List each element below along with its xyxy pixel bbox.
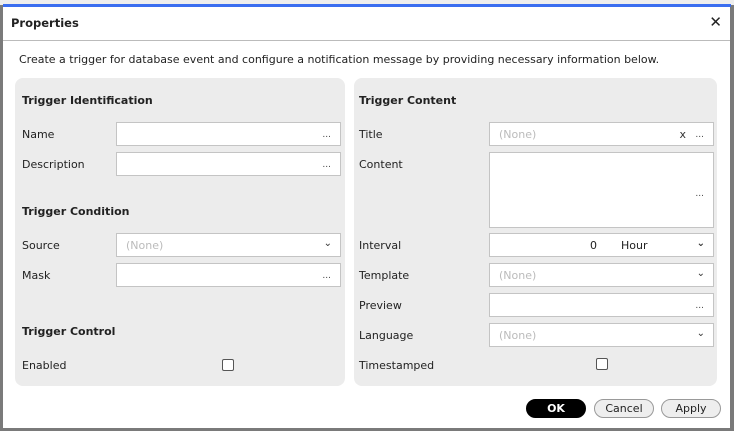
apply-button[interactable]: Apply: [661, 399, 721, 418]
section-trigger-condition: Trigger Condition: [22, 205, 130, 218]
preview-label: Preview: [359, 299, 402, 312]
close-icon[interactable]: ✕: [709, 13, 722, 31]
divider: [3, 40, 730, 41]
timestamped-label: Timestamped: [359, 359, 435, 372]
chevron-down-icon[interactable]: ⌄: [697, 238, 705, 249]
content-textarea[interactable]: ...: [489, 152, 714, 228]
browse-button[interactable]: ...: [695, 189, 704, 199]
clear-button[interactable]: x: [679, 128, 686, 141]
chevron-down-icon: ⌄: [323, 238, 332, 249]
browse-button[interactable]: ...: [322, 160, 331, 170]
preview-input[interactable]: ...: [489, 293, 714, 317]
browse-button[interactable]: ...: [695, 301, 704, 311]
source-value: (None): [126, 239, 164, 252]
title-label: Title: [359, 128, 383, 141]
properties-dialog: Properties ✕ Create a trigger for databa…: [3, 7, 730, 428]
browse-button[interactable]: ...: [695, 130, 704, 140]
language-value: (None): [499, 329, 537, 342]
section-trigger-content: Trigger Content: [359, 94, 457, 107]
interval-value[interactable]: 0: [590, 239, 597, 252]
interval-label: Interval: [359, 239, 402, 252]
language-label: Language: [359, 329, 414, 342]
description-input[interactable]: ...: [116, 152, 341, 176]
chevron-down-icon: ⌄: [696, 268, 705, 279]
content-label: Content: [359, 158, 403, 171]
section-trigger-identification: Trigger Identification: [22, 94, 153, 107]
source-select[interactable]: (None) ⌄: [116, 233, 341, 257]
browse-button[interactable]: ...: [322, 271, 331, 281]
template-select[interactable]: (None) ⌄: [489, 263, 714, 287]
browse-button[interactable]: ...: [322, 130, 331, 140]
title-input[interactable]: (None) x...: [489, 122, 714, 146]
enabled-checkbox[interactable]: [222, 359, 234, 371]
name-label: Name: [22, 128, 55, 141]
language-select[interactable]: (None) ⌄: [489, 323, 714, 347]
name-input[interactable]: ...: [116, 122, 341, 146]
title-placeholder: (None): [499, 128, 537, 141]
right-panel: Trigger Content Title (None) x... Content…: [354, 78, 717, 386]
cancel-button[interactable]: Cancel: [594, 399, 654, 418]
dialog-description: Create a trigger for database event and …: [19, 53, 660, 66]
mask-label: Mask: [22, 269, 51, 282]
source-label: Source: [22, 239, 60, 252]
chevron-down-icon: ⌄: [696, 328, 705, 339]
template-value: (None): [499, 269, 537, 282]
enabled-label: Enabled: [22, 359, 67, 372]
interval-unit-select[interactable]: Hour: [621, 239, 648, 252]
section-trigger-control: Trigger Control: [22, 325, 116, 338]
dialog-title: Properties: [11, 16, 79, 30]
left-panel: Trigger Identification Name ... Descript…: [15, 78, 345, 386]
mask-input[interactable]: ...: [116, 263, 341, 287]
timestamped-checkbox[interactable]: [596, 358, 608, 370]
template-label: Template: [359, 269, 410, 282]
interval-input[interactable]: 0 Hour ⌄: [489, 233, 714, 257]
ok-button[interactable]: OK: [526, 399, 586, 418]
description-label: Description: [22, 158, 85, 171]
